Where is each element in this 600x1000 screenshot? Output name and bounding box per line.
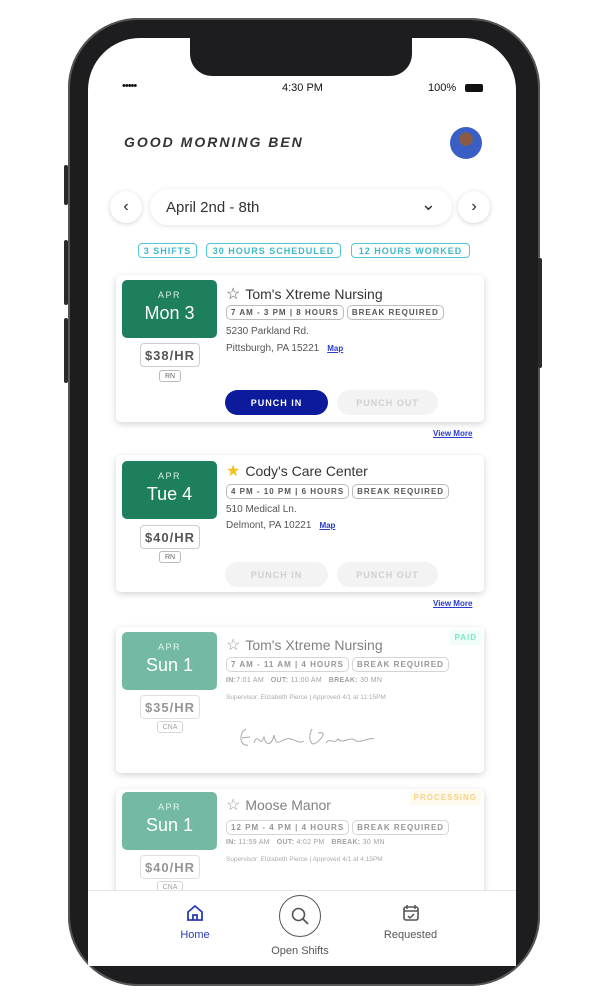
shift-date: APR Sun 1 — [122, 632, 217, 690]
mute-switch — [64, 165, 68, 205]
paid-status-badge: PAID — [450, 630, 481, 645]
time-tag: 4 PM - 10 PM | 6 HOURS — [226, 484, 350, 499]
shift-day: Sun 1 — [145, 815, 194, 835]
prev-week-button[interactable]: ‹ — [110, 191, 142, 223]
power-button — [538, 258, 542, 368]
shifts-count-chip: 3 SHIFTS — [138, 243, 197, 258]
notch — [190, 38, 412, 76]
pay-rate: $38/HR — [140, 343, 200, 367]
in-label: IN: — [226, 839, 237, 846]
signature-image — [240, 728, 375, 746]
week-label: April 2nd - 8th — [166, 198, 260, 216]
punch-out-button[interactable]: PUNCH OUT — [337, 562, 438, 587]
battery-percent: 100% — [428, 82, 457, 94]
nav-home[interactable]: Home — [160, 903, 230, 941]
star-outline-icon[interactable]: ☆ — [226, 795, 240, 815]
punch-in-button[interactable]: PUNCH IN — [225, 562, 328, 587]
role-badge: CNA — [157, 721, 183, 733]
time-tag: 7 AM - 11 AM | 4 HOURS — [226, 657, 349, 672]
hours-worked-chip: 12 HOURS WORKED — [351, 243, 470, 258]
break-tag: BREAK REQUIRED — [352, 657, 449, 672]
facility-name: Tom's Xtreme Nursing — [245, 286, 383, 302]
chevron-down-icon: ⌄ — [420, 193, 436, 214]
avatar[interactable] — [450, 127, 482, 159]
facility-name: Moose Manor — [245, 797, 331, 813]
break-tag: BREAK REQUIRED — [352, 484, 450, 499]
break-length: 30 MN — [362, 839, 385, 846]
supervisor-approval: Supervisor: Elizabeth Pierce | Approved … — [226, 856, 383, 863]
address-line2: Delmont, PA 10221 — [226, 520, 312, 531]
address-line1: 510 Medical Ln. — [226, 504, 297, 515]
shift-day: Mon 3 — [144, 303, 195, 323]
nav-requested-label: Requested — [383, 929, 438, 941]
out-label: OUT: — [270, 677, 289, 684]
shift-day: Sun 1 — [145, 655, 194, 675]
shift-month: APR — [157, 471, 181, 481]
shift-card[interactable]: APR Tue 4 $40/HR RN ★ Cody's Care Center 4… — [116, 455, 484, 592]
shift-month: APR — [157, 642, 181, 652]
punch-out-button[interactable]: PUNCH OUT — [337, 390, 438, 415]
battery-icon — [465, 84, 483, 92]
out-time: 11:00 AM — [290, 677, 323, 684]
shift-date: APR Sun 1 — [122, 792, 217, 850]
shift-card[interactable]: APR Mon 3 $38/HR RN ☆ Tom's Xtreme Nursing… — [116, 275, 484, 422]
star-outline-icon[interactable]: ☆ — [226, 635, 240, 655]
home-icon — [187, 904, 203, 921]
volume-up-button — [64, 240, 68, 305]
in-time: 11:59 AM — [238, 839, 270, 846]
calendar-icon — [402, 905, 419, 921]
punch-in-button[interactable]: PUNCH IN — [225, 390, 328, 415]
pay-rate: $35/HR — [140, 695, 200, 719]
map-link[interactable]: Map — [319, 521, 335, 530]
shift-card[interactable]: APR Sun 1 $35/HR CNA ☆ Tom's Xtreme Nursin… — [116, 627, 484, 773]
nav-open-shifts-label: Open Shifts — [271, 945, 329, 957]
pay-rate: $40/HR — [140, 855, 200, 879]
facility-name: Tom's Xtreme Nursing — [245, 637, 383, 653]
volume-down-button — [64, 318, 68, 383]
time-tag: 7 AM - 3 PM | 8 HOURS — [226, 305, 344, 320]
out-time: 4:02 PM — [296, 839, 325, 846]
map-link[interactable]: Map — [327, 344, 343, 353]
greeting: GOOD MORNING BEN — [124, 134, 304, 150]
role-badge: RN — [159, 551, 181, 563]
shift-month: APR — [157, 290, 181, 300]
role-badge: RN — [159, 370, 181, 382]
supervisor-approval: Supervisor: Elizabeth Pierce | Approved … — [226, 694, 386, 701]
nav-requested[interactable]: Requested — [373, 903, 448, 941]
out-label: OUT: — [276, 839, 295, 846]
break-label: BREAK: — [331, 839, 361, 846]
chevron-left-icon: ‹ — [123, 198, 129, 215]
break-tag: BREAK REQUIRED — [346, 305, 444, 320]
break-length: 30 MN — [360, 677, 383, 684]
break-tag: BREAK REQUIRED — [352, 820, 450, 835]
view-more-link[interactable]: View More — [433, 599, 472, 608]
view-more-link[interactable]: View More — [433, 429, 472, 438]
shift-card[interactable]: APR Sun 1 $40/HR CNA ☆ Moose Manor 12 PM -… — [116, 789, 484, 899]
nav-open-shifts[interactable]: Open Shifts — [260, 895, 340, 957]
time-tag: 12 PM - 4 PM | 4 HOURS — [226, 820, 350, 835]
address-line2: Pittsburgh, PA 15221 — [226, 343, 320, 354]
signal-icon: ••••• — [122, 80, 137, 92]
bottom-nav: Home Open Shifts Requested — [88, 890, 516, 966]
in-time: 7:01 AM — [236, 677, 265, 684]
next-week-button[interactable]: › — [458, 191, 490, 223]
pay-rate: $40/HR — [140, 525, 200, 549]
processing-status-badge: PROCESSING — [409, 790, 481, 805]
shift-day: Tue 4 — [146, 484, 193, 504]
star-filled-icon[interactable]: ★ — [226, 461, 240, 481]
chevron-right-icon: › — [471, 198, 477, 215]
in-label: IN: — [226, 677, 237, 684]
shift-date: APR Tue 4 — [122, 461, 217, 519]
hours-scheduled-chip: 30 HOURS SCHEDULED — [206, 243, 341, 258]
break-label: BREAK: — [328, 677, 358, 684]
shift-date: APR Mon 3 — [122, 280, 217, 338]
star-outline-icon[interactable]: ☆ — [226, 284, 240, 304]
status-time: 4:30 PM — [282, 82, 323, 94]
address-line1: 5230 Parkland Rd. — [226, 326, 309, 337]
nav-home-label: Home — [180, 929, 210, 941]
search-icon — [279, 895, 321, 937]
shift-month: APR — [157, 802, 181, 812]
facility-name: Cody's Care Center — [245, 463, 368, 479]
week-dropdown[interactable]: April 2nd - 8th ⌄ — [150, 189, 452, 225]
